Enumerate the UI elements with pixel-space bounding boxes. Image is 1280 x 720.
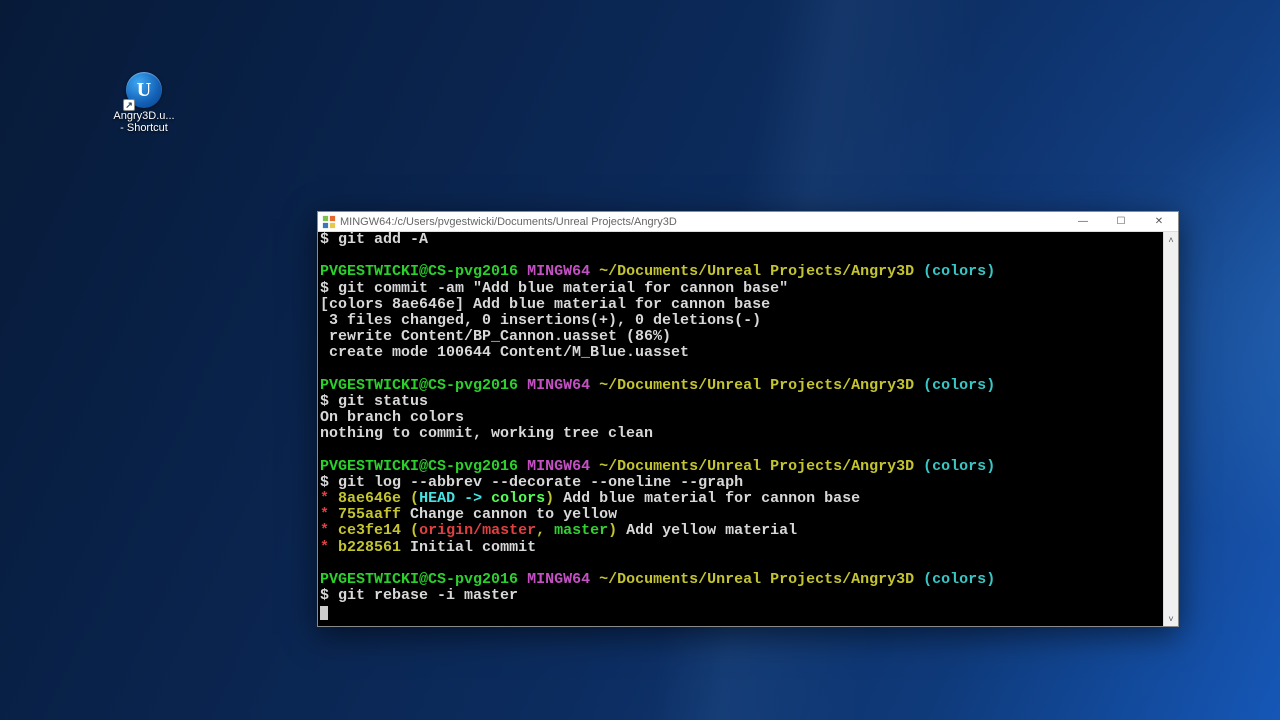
- scroll-down-button[interactable]: ˅: [1164, 611, 1178, 626]
- cmd-git-commit: git commit -am "Add blue material for ca…: [338, 280, 788, 297]
- status-output-line: On branch colors: [320, 409, 464, 426]
- scroll-up-button[interactable]: ˄: [1164, 232, 1178, 247]
- window-controls: — ☐ ✕: [1064, 212, 1178, 231]
- prompt-user-host: PVGESTWICKI@CS-pvg2016: [320, 377, 518, 394]
- icon-glyph: U: [137, 79, 151, 102]
- log-hash: b228561: [338, 539, 401, 556]
- desktop-shortcut-angry3d[interactable]: U ↗ Angry3D.u... - Shortcut: [108, 72, 180, 134]
- log-msg: Add blue material for cannon base: [554, 490, 860, 507]
- close-button[interactable]: ✕: [1140, 212, 1178, 231]
- prompt-shell: MINGW64: [527, 458, 590, 475]
- unreal-engine-icon: U ↗: [126, 72, 162, 108]
- log-hash: ce3fe14: [338, 522, 401, 539]
- terminal-cursor: [320, 606, 328, 620]
- status-output-line: nothing to commit, working tree clean: [320, 425, 653, 442]
- prompt-user-host: PVGESTWICKI@CS-pvg2016: [320, 458, 518, 475]
- prompt-path: ~/Documents/Unreal Projects/Angry3D: [599, 571, 914, 588]
- log-msg: Initial commit: [401, 539, 536, 556]
- prompt-shell: MINGW64: [527, 571, 590, 588]
- minimize-button[interactable]: —: [1064, 212, 1102, 231]
- cmd-git-rebase: git rebase -i master: [338, 587, 518, 604]
- prompt-user-host: PVGESTWICKI@CS-pvg2016: [320, 263, 518, 280]
- window-title: MINGW64:/c/Users/pvgestwicki/Documents/U…: [340, 216, 1064, 228]
- log-head-ref: HEAD ->: [419, 490, 491, 507]
- log-branch-ref: master: [554, 522, 608, 539]
- prompt-branch: colors: [932, 571, 986, 588]
- prompt-shell: MINGW64: [527, 263, 590, 280]
- commit-output-line: create mode 100644 Content/M_Blue.uasset: [320, 344, 689, 361]
- log-hash: 755aaff: [338, 506, 401, 523]
- log-msg: Change cannon to yellow: [401, 506, 617, 523]
- shortcut-arrow-icon: ↗: [123, 99, 135, 111]
- desktop-background: U ↗ Angry3D.u... - Shortcut MINGW64:/c/U…: [0, 0, 1280, 720]
- commit-output-line: 3 files changed, 0 insertions(+), 0 dele…: [320, 312, 761, 329]
- prompt-path: ~/Documents/Unreal Projects/Angry3D: [599, 263, 914, 280]
- prompt-shell: MINGW64: [527, 377, 590, 394]
- log-hash: 8ae646e: [338, 490, 401, 507]
- prompt-path: ~/Documents/Unreal Projects/Angry3D: [599, 377, 914, 394]
- prompt-user-host: PVGESTWICKI@CS-pvg2016: [320, 571, 518, 588]
- cmd-git-log: git log --abbrev --decorate --oneline --…: [338, 474, 743, 491]
- window-titlebar[interactable]: MINGW64:/c/Users/pvgestwicki/Documents/U…: [318, 212, 1178, 232]
- terminal-output[interactable]: $ git add -A PVGESTWICKI@CS-pvg2016 MING…: [318, 232, 1163, 626]
- prompt-path: ~/Documents/Unreal Projects/Angry3D: [599, 458, 914, 475]
- maximize-button[interactable]: ☐: [1102, 212, 1140, 231]
- prompt-branch: colors: [932, 377, 986, 394]
- mingw-app-icon: [322, 215, 336, 229]
- log-msg: Add yellow material: [617, 522, 797, 539]
- cmd-git-add: git add -A: [338, 232, 428, 248]
- cmd-git-status: git status: [338, 393, 428, 410]
- commit-output-line: rewrite Content/BP_Cannon.uasset (86%): [320, 328, 671, 345]
- terminal-scrollbar[interactable]: ˄ ˅: [1163, 232, 1178, 626]
- prompt-branch: colors: [932, 263, 986, 280]
- prompt-branch: colors: [932, 458, 986, 475]
- log-remote-ref: origin/master: [419, 522, 536, 539]
- commit-output-line: [colors 8ae646e] Add blue material for c…: [320, 296, 770, 313]
- terminal-window: MINGW64:/c/Users/pvgestwicki/Documents/U…: [317, 211, 1179, 627]
- log-branch-ref: colors: [491, 490, 545, 507]
- shortcut-label: Angry3D.u... - Shortcut: [113, 110, 174, 134]
